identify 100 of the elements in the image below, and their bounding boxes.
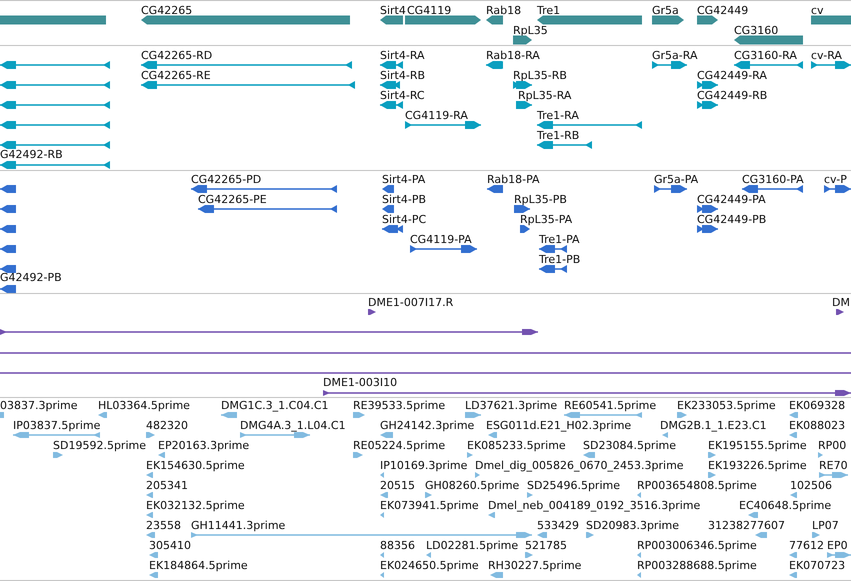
est-label: EK193226.5prime	[708, 459, 807, 472]
est-label: GH08260.5prime	[425, 479, 520, 492]
gene-label: Tre1	[537, 4, 560, 17]
protein-label: Tre1-PA	[539, 233, 580, 246]
transcript-label: Gr5a-RA	[652, 49, 698, 62]
transcript-label: CG42449-RA	[697, 69, 767, 82]
transcript-label: G42492-RB	[0, 148, 63, 161]
transcript-label: CG42265-RD	[141, 49, 212, 62]
transcript-label: Sirt4-RB	[380, 69, 426, 82]
gene-label: Gr5a	[652, 4, 679, 17]
est-label: EK088023	[789, 419, 846, 432]
gene-label: CG3160	[734, 24, 778, 37]
est-label: 305410	[149, 539, 191, 552]
gene-label: Sirt4	[380, 4, 406, 17]
protein-label: Sirt4-PA	[382, 173, 426, 186]
est-label: Dmel_neb_004189_0192_3516.3prime	[488, 499, 700, 512]
est-label: LD37621.3prime	[465, 399, 558, 412]
est-label: LD02281.5prime	[426, 539, 518, 552]
clone-label: DM	[832, 296, 850, 309]
est-label: RH30227.5prime	[488, 559, 582, 572]
gene-label: Rab18	[486, 4, 522, 17]
est-label: ESG011d.E21_H02.3prime	[486, 419, 632, 432]
est-label: IP10169.3prime	[380, 459, 468, 472]
est-label: EC40648.5prime	[739, 499, 832, 512]
transcript-label: cv-RA	[811, 49, 842, 62]
est-label: HL03364.5prime	[98, 399, 190, 412]
est-label: EK184864.5prime	[149, 559, 248, 572]
est-label: 102506	[790, 479, 832, 492]
est-label: LP07	[812, 519, 839, 532]
gene-label: CG42449	[697, 4, 748, 17]
gene-label: CG42265	[141, 4, 192, 17]
est-label: RP003288688.5prime	[637, 559, 757, 572]
gene-label: CG4119	[407, 4, 452, 17]
est-label: RP003654808.5prime	[637, 479, 757, 492]
transcript-label: Sirt4-RC	[380, 89, 425, 102]
est-label: EK233053.5prime	[677, 399, 776, 412]
est-label: EK195155.5prime	[708, 439, 807, 452]
est-label: EP20163.3prime	[158, 439, 250, 452]
est-label: EK154630.5prime	[146, 459, 245, 472]
est-label: RP003006346.5prime	[637, 539, 757, 552]
protein-label: G42492-PB	[0, 271, 62, 284]
est-label: 205341	[146, 479, 188, 492]
protein-label: cv-P	[824, 173, 847, 186]
protein-label: Tre1-PB	[539, 253, 580, 266]
transcript-label: Tre1-RA	[537, 109, 579, 122]
est-label: EK032132.5prime	[146, 499, 245, 512]
est-label: EK024650.5prime	[380, 559, 479, 572]
protein-label: RpL35-PA	[520, 213, 572, 226]
est-label: 77612	[789, 539, 824, 552]
est-label: SD19592.5prime	[53, 439, 146, 452]
est-label: RE39533.5prime	[353, 399, 446, 412]
protein-label: Sirt4-PB	[382, 193, 426, 206]
est-label: 23558	[146, 519, 181, 532]
transcript-label: CG42265-RE	[141, 69, 211, 82]
est-label: RE70	[819, 459, 848, 472]
est-label: EK069328	[789, 399, 846, 412]
gene-label: RpL35	[513, 24, 548, 37]
transcript-label: RpL35-RA	[518, 89, 572, 102]
est-label: 20515	[380, 479, 415, 492]
protein-label: CG42449-PB	[697, 213, 766, 226]
est-label: 482320	[146, 419, 188, 432]
est-label: DMG4A.3_1.L04.C1	[240, 419, 346, 432]
est-label: Dmel_dig_005826_0670_2453.3prime	[475, 459, 684, 472]
est-label: EK073941.5prime	[380, 499, 479, 512]
est-label: GH11441.3prime	[191, 519, 286, 532]
transcript-label: Rab18-RA	[486, 49, 540, 62]
transcript-label: RpL35-RB	[513, 69, 567, 82]
est-label: 521785	[525, 539, 567, 552]
protein-label: RpL35-PB	[514, 193, 567, 206]
est-label: 03837.3prime	[0, 399, 78, 412]
est-label: RP00	[818, 439, 846, 452]
est-label: 31238277607	[708, 519, 785, 532]
est-label: EK085233.5prime	[467, 439, 566, 452]
est-label: SD20983.3prime	[586, 519, 679, 532]
est-label: SD23084.5prime	[583, 439, 676, 452]
est-label: IP03837.5prime	[13, 419, 100, 432]
transcript-label: Sirt4-RA	[380, 49, 425, 62]
protein-label: Sirt4-PC	[382, 213, 426, 226]
transcript-label: CG42449-RB	[697, 89, 768, 102]
est-label: RE60541.5prime	[564, 399, 656, 412]
protein-label: CG42265-PE	[198, 193, 267, 206]
est-label: RE05224.5prime	[353, 439, 446, 452]
est-label: DMG2B.1_1.E23.C1	[660, 419, 767, 432]
protein-label: CG42449-PA	[697, 193, 766, 206]
est-label: SD25496.5prime	[527, 479, 620, 492]
est-label: GH24142.3prime	[380, 419, 474, 432]
protein-label: CG42265-PD	[191, 173, 262, 186]
est-label: EK070723	[789, 559, 846, 572]
est-label: EP0	[827, 539, 848, 552]
est-label: DMG1C.3_1.C04.C1	[221, 399, 329, 412]
transcript-label: Tre1-RB	[537, 129, 580, 142]
protein-label: CG4119-PA	[410, 233, 472, 246]
clone-label: DME1-003I10	[323, 376, 398, 389]
protein-label: Gr5a-PA	[654, 173, 698, 186]
est-label: 88356	[380, 539, 415, 552]
protein-label: CG3160-PA	[742, 173, 804, 186]
protein-label: Rab18-PA	[487, 173, 540, 186]
transcript-label: CG4119-RA	[405, 109, 468, 122]
clone-label: DME1-007I17.R	[368, 296, 454, 309]
est-label: 533429	[537, 519, 579, 532]
